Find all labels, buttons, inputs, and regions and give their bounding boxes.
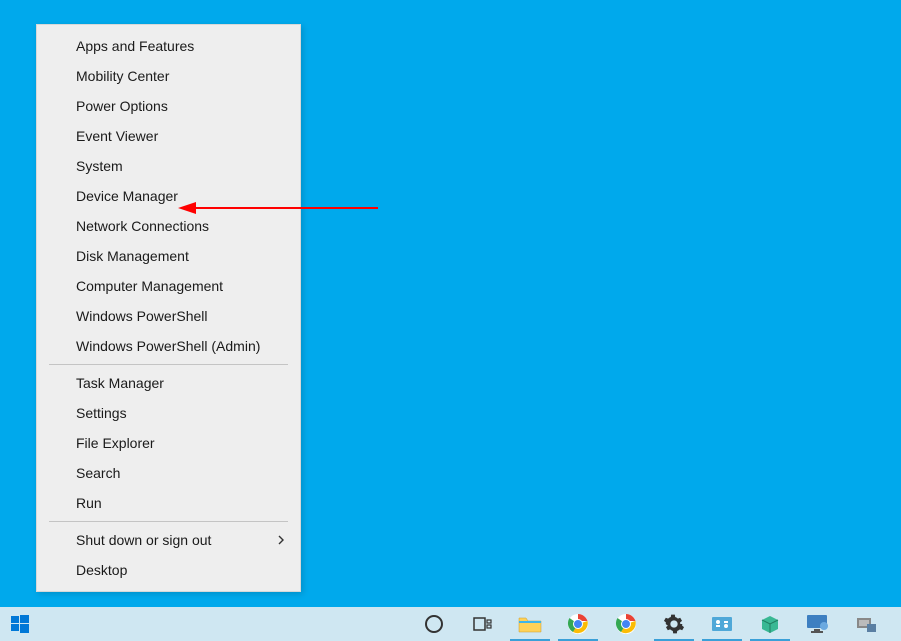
task-view-button[interactable]	[458, 607, 506, 641]
chrome-taskbar-2[interactable]	[602, 607, 650, 641]
taskbar	[0, 607, 901, 641]
menu-item-label: Task Manager	[76, 375, 164, 391]
start-button[interactable]	[0, 607, 40, 641]
menu-item-computer-management[interactable]: Computer Management	[37, 271, 300, 301]
chrome-icon	[567, 613, 589, 635]
menu-item-label: System	[76, 158, 123, 174]
programs-and-features-taskbar[interactable]	[746, 607, 794, 641]
menu-item-mobility-center[interactable]: Mobility Center	[37, 61, 300, 91]
menu-item-label: File Explorer	[76, 435, 155, 451]
chrome-icon	[615, 613, 637, 635]
menu-group-1: Apps and Features Mobility Center Power …	[37, 31, 300, 361]
menu-item-label: Event Viewer	[76, 128, 158, 144]
menu-item-label: Device Manager	[76, 188, 178, 204]
menu-item-search[interactable]: Search	[37, 458, 300, 488]
menu-item-label: Computer Management	[76, 278, 223, 294]
menu-item-label: Shut down or sign out	[76, 532, 211, 548]
menu-item-label: Desktop	[76, 562, 127, 578]
cortana-circle-icon	[423, 613, 445, 635]
menu-item-device-manager[interactable]: Device Manager	[37, 181, 300, 211]
menu-item-power-options[interactable]: Power Options	[37, 91, 300, 121]
menu-item-label: Power Options	[76, 98, 168, 114]
chevron-right-icon	[276, 535, 286, 545]
control-panel-taskbar[interactable]	[698, 607, 746, 641]
menu-item-task-manager[interactable]: Task Manager	[37, 368, 300, 398]
menu-item-network-connections[interactable]: Network Connections	[37, 211, 300, 241]
file-explorer-taskbar[interactable]	[506, 607, 554, 641]
box-icon	[759, 613, 781, 635]
menu-item-label: Disk Management	[76, 248, 189, 264]
menu-item-system[interactable]: System	[37, 151, 300, 181]
chrome-taskbar-1[interactable]	[554, 607, 602, 641]
winx-context-menu: Apps and Features Mobility Center Power …	[36, 24, 301, 592]
menu-divider	[49, 521, 288, 522]
menu-divider	[49, 364, 288, 365]
hardware-icon	[855, 614, 877, 634]
menu-item-event-viewer[interactable]: Event Viewer	[37, 121, 300, 151]
monitor-icon	[806, 614, 830, 634]
virtual-box-taskbar[interactable]	[794, 607, 842, 641]
settings-taskbar[interactable]	[650, 607, 698, 641]
menu-item-desktop[interactable]: Desktop	[37, 555, 300, 585]
generic-app-taskbar[interactable]	[842, 607, 890, 641]
menu-item-windows-powershell[interactable]: Windows PowerShell	[37, 301, 300, 331]
menu-group-3: Shut down or sign out Desktop	[37, 525, 300, 585]
gear-icon	[663, 613, 685, 635]
menu-item-run[interactable]: Run	[37, 488, 300, 518]
task-view-icon	[471, 613, 493, 635]
menu-item-label: Network Connections	[76, 218, 209, 234]
menu-item-label: Run	[76, 495, 102, 511]
folder-icon	[518, 614, 542, 634]
menu-group-2: Task Manager Settings File Explorer Sear…	[37, 368, 300, 518]
cortana-search-button[interactable]	[410, 607, 458, 641]
menu-item-disk-management[interactable]: Disk Management	[37, 241, 300, 271]
menu-item-label: Settings	[76, 405, 127, 421]
control-panel-icon	[711, 613, 733, 635]
menu-item-shut-down-or-sign-out[interactable]: Shut down or sign out	[37, 525, 300, 555]
windows-logo-icon	[11, 615, 29, 633]
menu-item-file-explorer[interactable]: File Explorer	[37, 428, 300, 458]
menu-item-apps-and-features[interactable]: Apps and Features	[37, 31, 300, 61]
menu-item-settings[interactable]: Settings	[37, 398, 300, 428]
menu-item-label: Windows PowerShell	[76, 308, 208, 324]
menu-item-label: Windows PowerShell (Admin)	[76, 338, 260, 354]
menu-item-label: Mobility Center	[76, 68, 169, 84]
menu-item-label: Search	[76, 465, 120, 481]
menu-item-windows-powershell-admin[interactable]: Windows PowerShell (Admin)	[37, 331, 300, 361]
menu-item-label: Apps and Features	[76, 38, 194, 54]
